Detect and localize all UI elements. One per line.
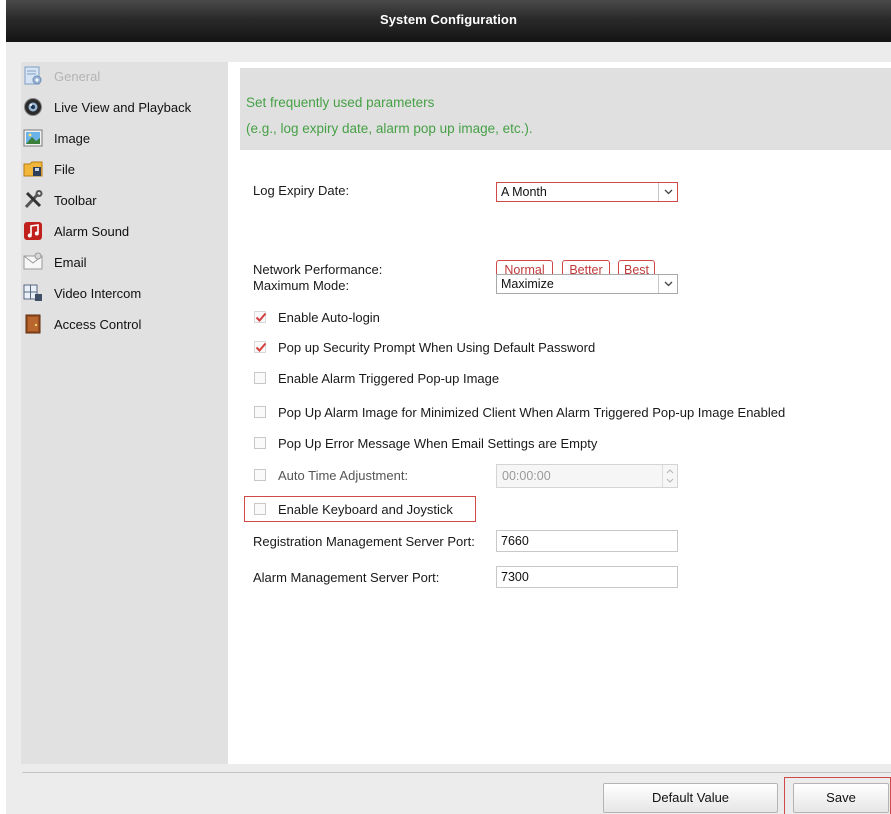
enable-auto-login-row[interactable]: Enable Auto-login xyxy=(254,307,380,327)
enable-auto-login-checkbox[interactable] xyxy=(254,311,267,323)
time-spinner[interactable] xyxy=(662,465,677,487)
maximum-mode-select[interactable]: Maximize xyxy=(496,274,678,294)
dialog-body: General Live View and Playback Image Fil… xyxy=(6,42,891,814)
alarm-port-value: 7300 xyxy=(501,570,529,584)
sidebar-item-label: File xyxy=(54,161,75,177)
keyboard-joystick-checkbox[interactable] xyxy=(254,503,266,515)
registration-port-label: Registration Management Server Port: xyxy=(253,534,475,549)
checkmark-icon xyxy=(255,312,267,322)
auto-time-input[interactable]: 00:00:00 xyxy=(496,464,678,488)
alarm-port-label: Alarm Management Server Port: xyxy=(253,570,440,585)
spinner-arrows-icon xyxy=(666,469,674,483)
network-performance-label: Network Performance: xyxy=(253,262,383,277)
security-prompt-label: Pop up Security Prompt When Using Defaul… xyxy=(278,339,596,355)
envelope-icon xyxy=(23,252,43,270)
alarm-popup-image-label: Enable Alarm Triggered Pop-up Image xyxy=(278,370,500,386)
door-icon xyxy=(25,314,41,334)
keyboard-joystick-row[interactable]: Enable Keyboard and Joystick xyxy=(254,499,453,519)
sidebar-item-access-control[interactable]: Access Control xyxy=(21,310,228,338)
sidebar-item-label: Alarm Sound xyxy=(54,223,130,239)
sidebar-item-live-view-and-playback[interactable]: Live View and Playback xyxy=(21,93,228,121)
auto-time-adjustment-row[interactable]: Auto Time Adjustment: xyxy=(254,465,408,485)
maximum-mode-label: Maximum Mode: xyxy=(253,278,350,293)
sidebar-item-label: Video Intercom xyxy=(54,285,142,301)
footer-divider xyxy=(22,772,891,773)
sidebar-item-image[interactable]: Image xyxy=(21,124,228,152)
alarm-popup-image-row[interactable]: Enable Alarm Triggered Pop-up Image xyxy=(254,368,499,388)
tools-icon xyxy=(24,190,43,209)
alarm-popup-image-checkbox[interactable] xyxy=(254,372,266,384)
window-title-bar: System Configuration xyxy=(6,0,891,42)
chevron-down-icon xyxy=(658,275,677,293)
save-button[interactable]: Save xyxy=(793,783,889,813)
email-error-message-label: Pop Up Error Message When Email Settings… xyxy=(278,435,598,451)
sidebar-item-label: Toolbar xyxy=(54,192,97,208)
general-settings-icon xyxy=(24,66,42,85)
chevron-down-icon xyxy=(658,183,677,201)
security-prompt-row[interactable]: Pop up Security Prompt When Using Defaul… xyxy=(254,337,595,357)
sidebar-item-label: Access Control xyxy=(54,316,142,332)
maximum-mode-value: Maximize xyxy=(501,277,554,291)
sidebar-item-label: Live View and Playback xyxy=(54,99,192,115)
settings-panel: Set frequently used parameters (e.g., lo… xyxy=(228,62,891,764)
alarm-port-input[interactable]: 7300 xyxy=(496,566,678,588)
minimized-alarm-image-label: Pop Up Alarm Image for Minimized Client … xyxy=(278,404,786,420)
log-expiry-select[interactable]: A Month xyxy=(496,182,678,202)
sidebar: General Live View and Playback Image Fil… xyxy=(21,62,228,764)
sidebar-item-video-intercom[interactable]: Video Intercom xyxy=(21,279,228,307)
sidebar-item-label: Image xyxy=(54,130,91,146)
banner-line-1: Set frequently used parameters xyxy=(246,95,435,110)
keyboard-joystick-label: Enable Keyboard and Joystick xyxy=(278,501,453,517)
music-note-icon xyxy=(24,222,42,240)
image-icon xyxy=(23,129,43,147)
description-banner: Set frequently used parameters (e.g., lo… xyxy=(240,68,891,150)
minimized-alarm-image-row[interactable]: Pop Up Alarm Image for Minimized Client … xyxy=(254,402,785,422)
sidebar-item-label: Email xyxy=(54,254,87,270)
banner-line-2: (e.g., log expiry date, alarm pop up ima… xyxy=(246,121,533,136)
security-prompt-checkbox[interactable] xyxy=(254,341,267,353)
enable-auto-login-label: Enable Auto-login xyxy=(278,309,380,325)
minimized-alarm-image-checkbox[interactable] xyxy=(254,406,266,418)
auto-time-adjustment-checkbox[interactable] xyxy=(254,469,266,481)
sidebar-item-label: General xyxy=(54,68,101,84)
email-error-message-checkbox[interactable] xyxy=(254,437,266,449)
camera-lens-icon xyxy=(24,98,42,116)
registration-port-value: 7660 xyxy=(501,534,529,548)
window-title: System Configuration xyxy=(379,12,518,27)
sidebar-item-toolbar[interactable]: Toolbar xyxy=(21,186,228,214)
sidebar-item-general[interactable]: General xyxy=(21,62,228,90)
log-expiry-value: A Month xyxy=(501,185,547,199)
registration-port-input[interactable]: 7660 xyxy=(496,530,678,552)
folder-icon xyxy=(23,161,43,177)
email-error-message-row[interactable]: Pop Up Error Message When Email Settings… xyxy=(254,433,597,453)
checkmark-icon xyxy=(255,342,267,352)
sidebar-item-email[interactable]: Email xyxy=(21,248,228,276)
default-value-button[interactable]: Default Value xyxy=(603,783,778,813)
sidebar-item-alarm-sound[interactable]: Alarm Sound xyxy=(21,217,228,245)
auto-time-adjustment-label: Auto Time Adjustment: xyxy=(278,467,409,483)
auto-time-value: 00:00:00 xyxy=(502,469,551,483)
intercom-icon xyxy=(23,284,42,301)
log-expiry-label: Log Expiry Date: xyxy=(253,183,350,198)
sidebar-item-file[interactable]: File xyxy=(21,155,228,183)
